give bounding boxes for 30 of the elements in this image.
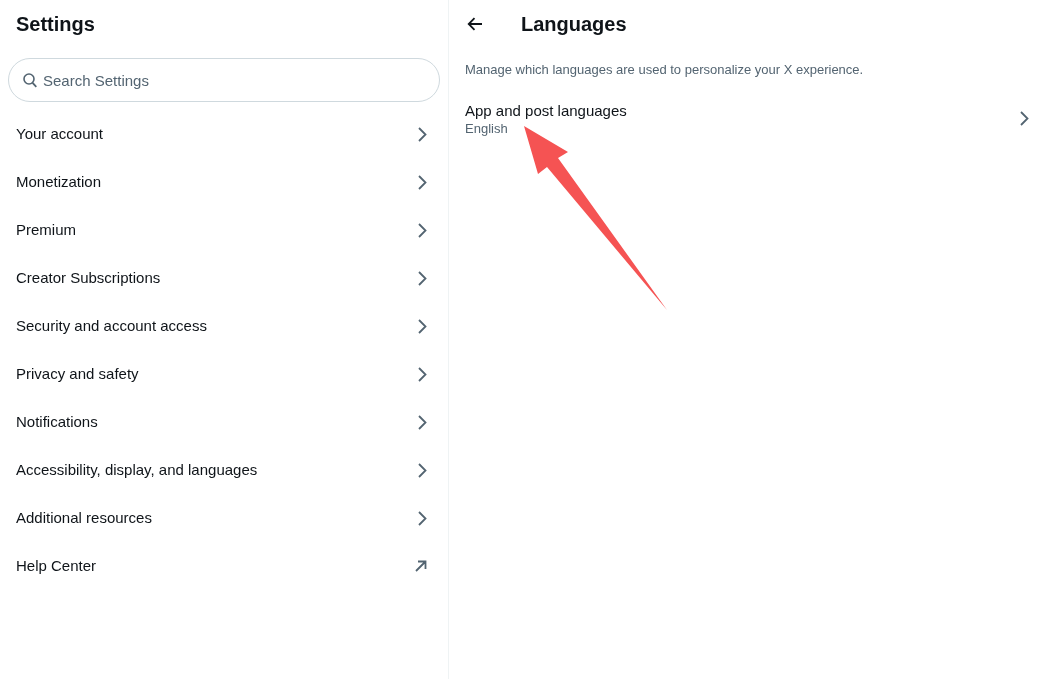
- arrow-up-right-icon: [415, 560, 427, 572]
- chevron-right-icon: [418, 174, 427, 190]
- search-icon: [23, 73, 37, 88]
- settings-menu-item[interactable]: Security and account access: [0, 302, 448, 350]
- chevron-right-icon: [418, 270, 427, 286]
- chevron-right-icon: [418, 510, 427, 526]
- setting-label: App and post languages: [465, 100, 627, 121]
- chevron-right-icon: [418, 126, 427, 142]
- chevron-right-icon: [418, 318, 427, 334]
- chevron-right-icon: [418, 222, 427, 238]
- settings-menu-item[interactable]: Creator Subscriptions: [0, 254, 448, 302]
- language-setting-item[interactable]: App and post languages English: [449, 89, 1039, 141]
- settings-menu-item[interactable]: Additional resources: [0, 494, 448, 542]
- search-field[interactable]: Search Settings: [8, 58, 440, 102]
- settings-menu-item[interactable]: Monetization: [0, 158, 448, 206]
- settings-menu-item[interactable]: Help Center: [0, 542, 448, 590]
- settings-menu-item[interactable]: Your account: [0, 110, 448, 158]
- back-arrow-icon: [467, 17, 483, 31]
- settings-menu-item[interactable]: Notifications: [0, 398, 448, 446]
- section-title: Languages: [521, 12, 627, 36]
- setting-value: English: [465, 120, 509, 137]
- section-description: Manage which languages are used to personalize your X experience.: [464, 61, 865, 79]
- settings-menu-item[interactable]: Privacy and safety: [0, 350, 448, 398]
- settings-menu-item[interactable]: Premium: [0, 206, 448, 254]
- chevron-right-icon: [1020, 111, 1029, 126]
- chevron-right-icon: [418, 366, 427, 382]
- page-title: Settings: [16, 12, 95, 36]
- settings-menu-item[interactable]: Accessibility, display, and languages: [0, 446, 448, 494]
- chevron-right-icon: [418, 462, 427, 478]
- chevron-right-icon: [418, 414, 427, 430]
